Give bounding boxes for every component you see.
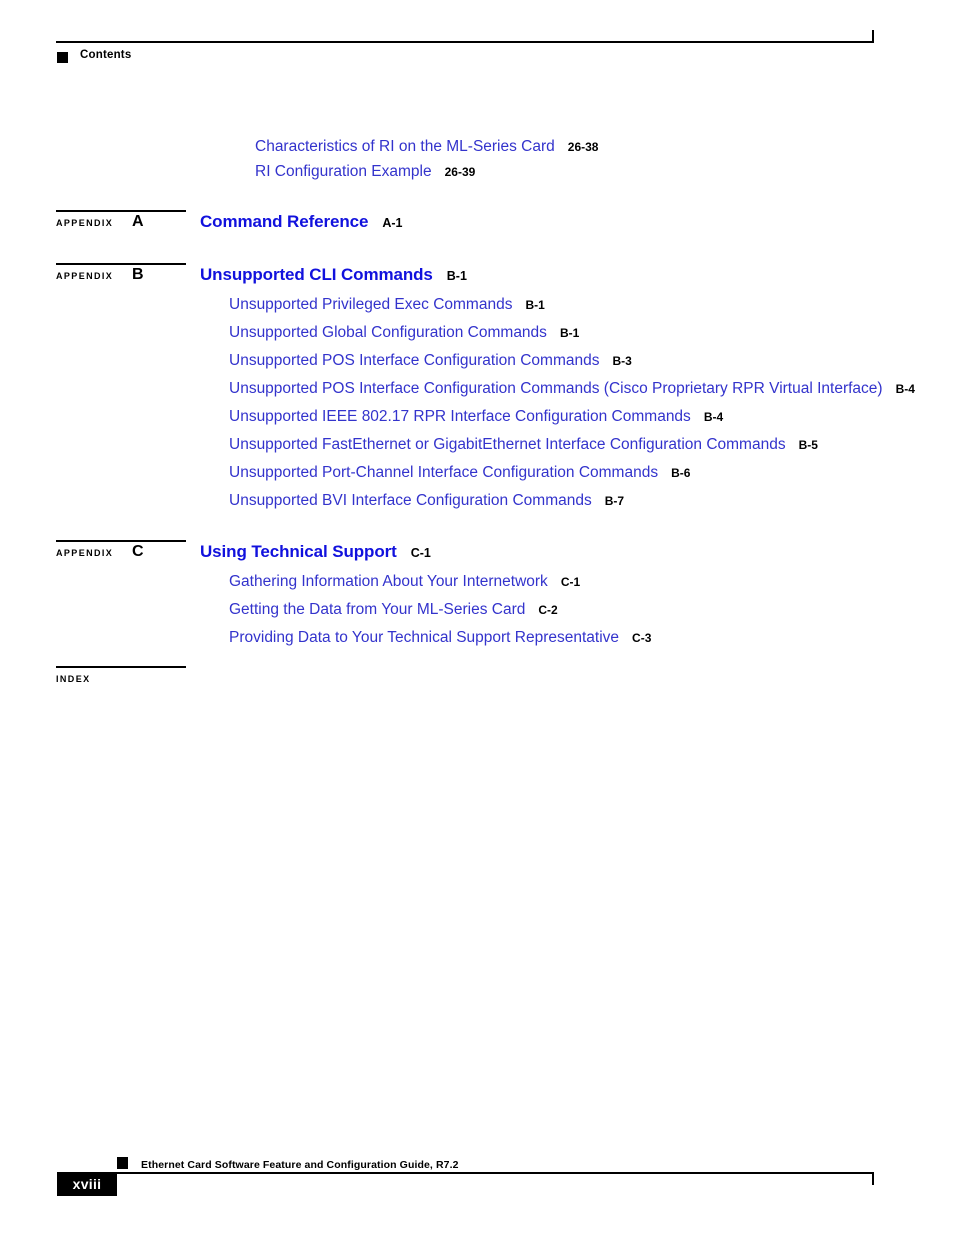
toc-entry[interactable]: Unsupported Port-Channel Interface Confi… xyxy=(229,465,690,481)
toc-entry-page: C-3 xyxy=(632,631,652,645)
footer-rule xyxy=(116,1172,874,1174)
index-marker-word: Index xyxy=(56,674,91,684)
toc-entry[interactable]: Unsupported POS Interface Configuration … xyxy=(229,353,632,369)
toc-entry[interactable]: Unsupported IEEE 802.17 RPR Interface Co… xyxy=(229,409,723,425)
toc-entry[interactable]: Unsupported POS Interface Configuration … xyxy=(229,381,915,397)
toc-entry[interactable]: Characteristics of RI on the ML-Series C… xyxy=(255,139,598,155)
toc-entry[interactable]: RI Configuration Example 26-39 xyxy=(255,164,475,180)
toc-entry-label: Characteristics of RI on the ML-Series C… xyxy=(255,138,555,155)
toc-entry[interactable]: Unsupported Global Configuration Command… xyxy=(229,325,579,341)
footer-rule-end-tick xyxy=(872,1172,874,1185)
toc-appendix-heading[interactable]: Using Technical Support C-1 xyxy=(200,543,431,561)
appendix-c-marker-rule xyxy=(56,540,186,542)
toc-appendix-heading-label: Using Technical Support xyxy=(200,542,397,561)
toc-appendix-heading-label: Command Reference xyxy=(200,212,369,231)
toc-entry-page: C-1 xyxy=(560,575,581,589)
toc-entry-page: C-2 xyxy=(538,603,558,617)
toc-page: Contents Characteristics of RI on the ML… xyxy=(0,0,954,1235)
toc-entry-label: Gathering Information About Your Interne… xyxy=(229,573,548,590)
toc-appendix-heading[interactable]: Unsupported CLI Commands B-1 xyxy=(200,266,467,284)
toc-appendix-heading-page: A-1 xyxy=(382,216,403,230)
toc-appendix-heading-page: C-1 xyxy=(410,546,431,560)
toc-entry-label: Unsupported IEEE 802.17 RPR Interface Co… xyxy=(229,408,691,425)
footer-guide-title: Ethernet Card Software Feature and Confi… xyxy=(141,1159,459,1171)
appendix-a-marker-rule xyxy=(56,210,186,212)
appendix-b-marker-word: Appendix xyxy=(56,271,114,281)
toc-appendix-heading[interactable]: Command Reference A-1 xyxy=(200,213,403,231)
toc-entry-label: Unsupported Privileged Exec Commands xyxy=(229,296,513,313)
toc-entry[interactable]: Unsupported FastEthernet or GigabitEther… xyxy=(229,437,818,453)
toc-entry-label: Getting the Data from Your ML-Series Car… xyxy=(229,601,526,618)
running-header-title: Contents xyxy=(80,49,132,61)
appendix-b-marker-rule xyxy=(56,263,186,265)
toc-entry-label: Providing Data to Your Technical Support… xyxy=(229,629,620,646)
toc-entry-label: Unsupported POS Interface Configuration … xyxy=(229,380,883,397)
square-bullet-icon xyxy=(57,52,68,63)
toc-entry-page: B-1 xyxy=(525,298,545,312)
toc-entry-page: B-4 xyxy=(895,382,915,396)
appendix-c-marker-letter: C xyxy=(132,543,144,560)
toc-entry-page: 26-38 xyxy=(567,140,599,154)
square-bullet-icon xyxy=(117,1157,128,1169)
toc-entry-label: Unsupported Port-Channel Interface Confi… xyxy=(229,464,659,481)
toc-entry-page: B-7 xyxy=(604,494,625,508)
toc-appendix-heading-page: B-1 xyxy=(446,269,467,283)
toc-entry-page: B-1 xyxy=(559,326,580,340)
toc-entry[interactable]: Getting the Data from Your ML-Series Car… xyxy=(229,602,558,618)
appendix-b-marker-letter: B xyxy=(132,266,144,283)
toc-entry-label: Unsupported BVI Interface Configuration … xyxy=(229,492,592,509)
toc-entry[interactable]: Gathering Information About Your Interne… xyxy=(229,574,580,590)
toc-appendix-heading-label: Unsupported CLI Commands xyxy=(200,265,433,284)
toc-entry-label: Unsupported POS Interface Configuration … xyxy=(229,352,600,369)
appendix-a-marker-word: Appendix xyxy=(56,218,114,228)
header-rule-end-tick xyxy=(872,30,874,43)
page-number: xviii xyxy=(72,1176,102,1192)
index-marker-rule xyxy=(56,666,186,668)
appendix-a-marker-letter: A xyxy=(132,213,144,230)
toc-entry-page: B-3 xyxy=(612,354,632,368)
toc-entry[interactable]: Unsupported Privileged Exec Commands B-1 xyxy=(229,297,545,313)
toc-entry-label: Unsupported Global Configuration Command… xyxy=(229,324,547,341)
toc-entry-label: RI Configuration Example xyxy=(255,163,432,180)
toc-entry[interactable]: Unsupported BVI Interface Configuration … xyxy=(229,493,624,509)
toc-entry-label: Unsupported FastEthernet or GigabitEther… xyxy=(229,436,786,453)
toc-entry-page: B-4 xyxy=(703,410,724,424)
header-rule xyxy=(56,41,874,43)
toc-entry-page: 26-39 xyxy=(444,165,476,179)
toc-entry-page: B-6 xyxy=(671,466,691,480)
appendix-c-marker-word: Appendix xyxy=(56,548,114,558)
toc-entry-page: B-5 xyxy=(798,438,818,452)
toc-entry[interactable]: Providing Data to Your Technical Support… xyxy=(229,630,651,646)
